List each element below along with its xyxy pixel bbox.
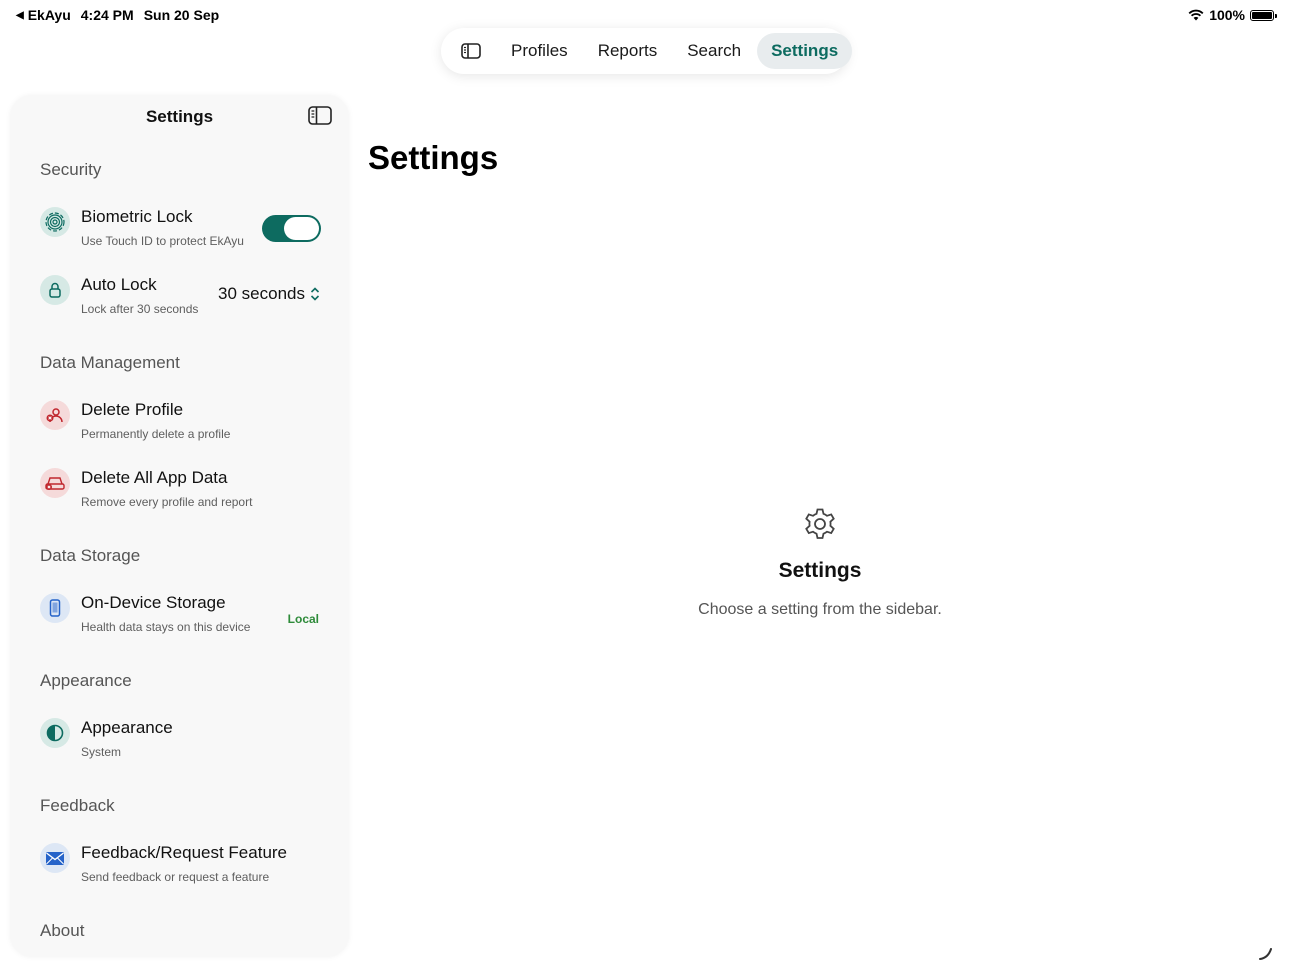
tab-settings[interactable]: Settings [757, 33, 853, 69]
back-arrow-icon[interactable]: ◀ [16, 7, 24, 24]
delete-all-data-row[interactable]: Delete All App Data Remove every profile… [40, 467, 321, 523]
tab-search[interactable]: Search [673, 33, 755, 69]
section-title-appearance: Appearance [40, 671, 132, 690]
sidebar-toggle-button[interactable] [447, 35, 495, 67]
section-title-security: Security [40, 160, 102, 179]
appearance-row[interactable]: Appearance System [40, 717, 321, 773]
resize-grabber-icon[interactable] [1258, 947, 1274, 961]
section-title-about: About [40, 921, 85, 940]
status-bar: ◀ EkAyu 4:24 PM Sun 20 Sep 100% [0, 0, 1290, 30]
auto-lock-value: 30 seconds [218, 284, 305, 303]
gear-icon [805, 508, 835, 539]
settings-sidebar: Settings Security Biometric Lock Use Tou… [10, 95, 349, 957]
half-circle-icon [40, 718, 70, 748]
status-left: ◀ EkAyu 4:24 PM Sun 20 Sep [16, 7, 219, 24]
section-title-feedback: Feedback [40, 796, 115, 815]
device-icon [40, 593, 70, 623]
empty-state: Settings Choose a setting from the sideb… [620, 505, 1020, 619]
delete-all-data-subtitle: Remove every profile and report [81, 495, 253, 509]
biometric-lock-toggle[interactable] [262, 215, 321, 242]
section-title-data-management: Data Management [40, 353, 180, 372]
envelope-icon [40, 843, 70, 873]
battery-percent: 100% [1209, 7, 1245, 23]
status-time: 4:24 PM [80, 7, 134, 23]
auto-lock-title: Auto Lock [81, 275, 157, 294]
appearance-title: Appearance [81, 718, 173, 737]
status-date: Sun 20 Sep [143, 7, 220, 23]
feedback-row[interactable]: Feedback/Request Feature Send feedback o… [40, 842, 321, 898]
appearance-subtitle: System [81, 745, 122, 759]
wifi-icon [1188, 9, 1204, 21]
auto-lock-picker[interactable]: 30 seconds [218, 284, 321, 304]
empty-state-title: Settings [778, 559, 862, 582]
on-device-storage-title: On-Device Storage [81, 593, 226, 612]
feedback-subtitle: Send feedback or request a feature [81, 870, 270, 884]
empty-state-subtitle: Choose a setting from the sidebar. [698, 601, 942, 618]
biometric-lock-row[interactable]: Biometric Lock Use Touch ID to protect E… [40, 206, 321, 262]
delete-storage-icon [40, 468, 70, 498]
delete-all-data-title: Delete All App Data [81, 468, 228, 487]
page-title: Settings [368, 139, 499, 176]
section-title-data-storage: Data Storage [40, 546, 141, 565]
sidebar-icon [308, 106, 332, 125]
biometric-lock-subtitle: Use Touch ID to protect EkAyu [81, 234, 244, 248]
delete-profile-row[interactable]: Delete Profile Permanently delete a prof… [40, 399, 321, 455]
delete-profile-title: Delete Profile [81, 400, 184, 419]
auto-lock-subtitle: Lock after 30 seconds [81, 302, 199, 316]
back-app-label[interactable]: EkAyu [28, 7, 71, 24]
fingerprint-icon [40, 207, 70, 237]
chevron-up-down-icon [310, 287, 320, 301]
delete-profile-subtitle: Permanently delete a profile [81, 427, 231, 441]
tab-reports[interactable]: Reports [584, 33, 672, 69]
status-right: 100% [1188, 7, 1277, 23]
on-device-storage-row[interactable]: On-Device Storage Health data stays on t… [40, 592, 321, 648]
lock-icon [40, 275, 70, 305]
sidebar-collapse-button[interactable] [308, 106, 332, 130]
biometric-lock-title: Biometric Lock [81, 207, 193, 226]
tab-profiles[interactable]: Profiles [497, 33, 582, 69]
sidebar-title: Settings [145, 107, 214, 126]
feedback-title: Feedback/Request Feature [81, 843, 288, 862]
sidebar-icon [461, 43, 481, 59]
sidebar-header: Settings [10, 95, 349, 139]
top-tab-bar: Profiles Reports Search Settings [441, 28, 853, 74]
auto-lock-row[interactable]: Auto Lock Lock after 30 seconds 30 secon… [40, 274, 321, 330]
delete-person-icon [40, 400, 70, 430]
local-badge: Local [287, 612, 319, 626]
battery-icon [1250, 9, 1277, 21]
on-device-storage-subtitle: Health data stays on this device [81, 620, 251, 634]
